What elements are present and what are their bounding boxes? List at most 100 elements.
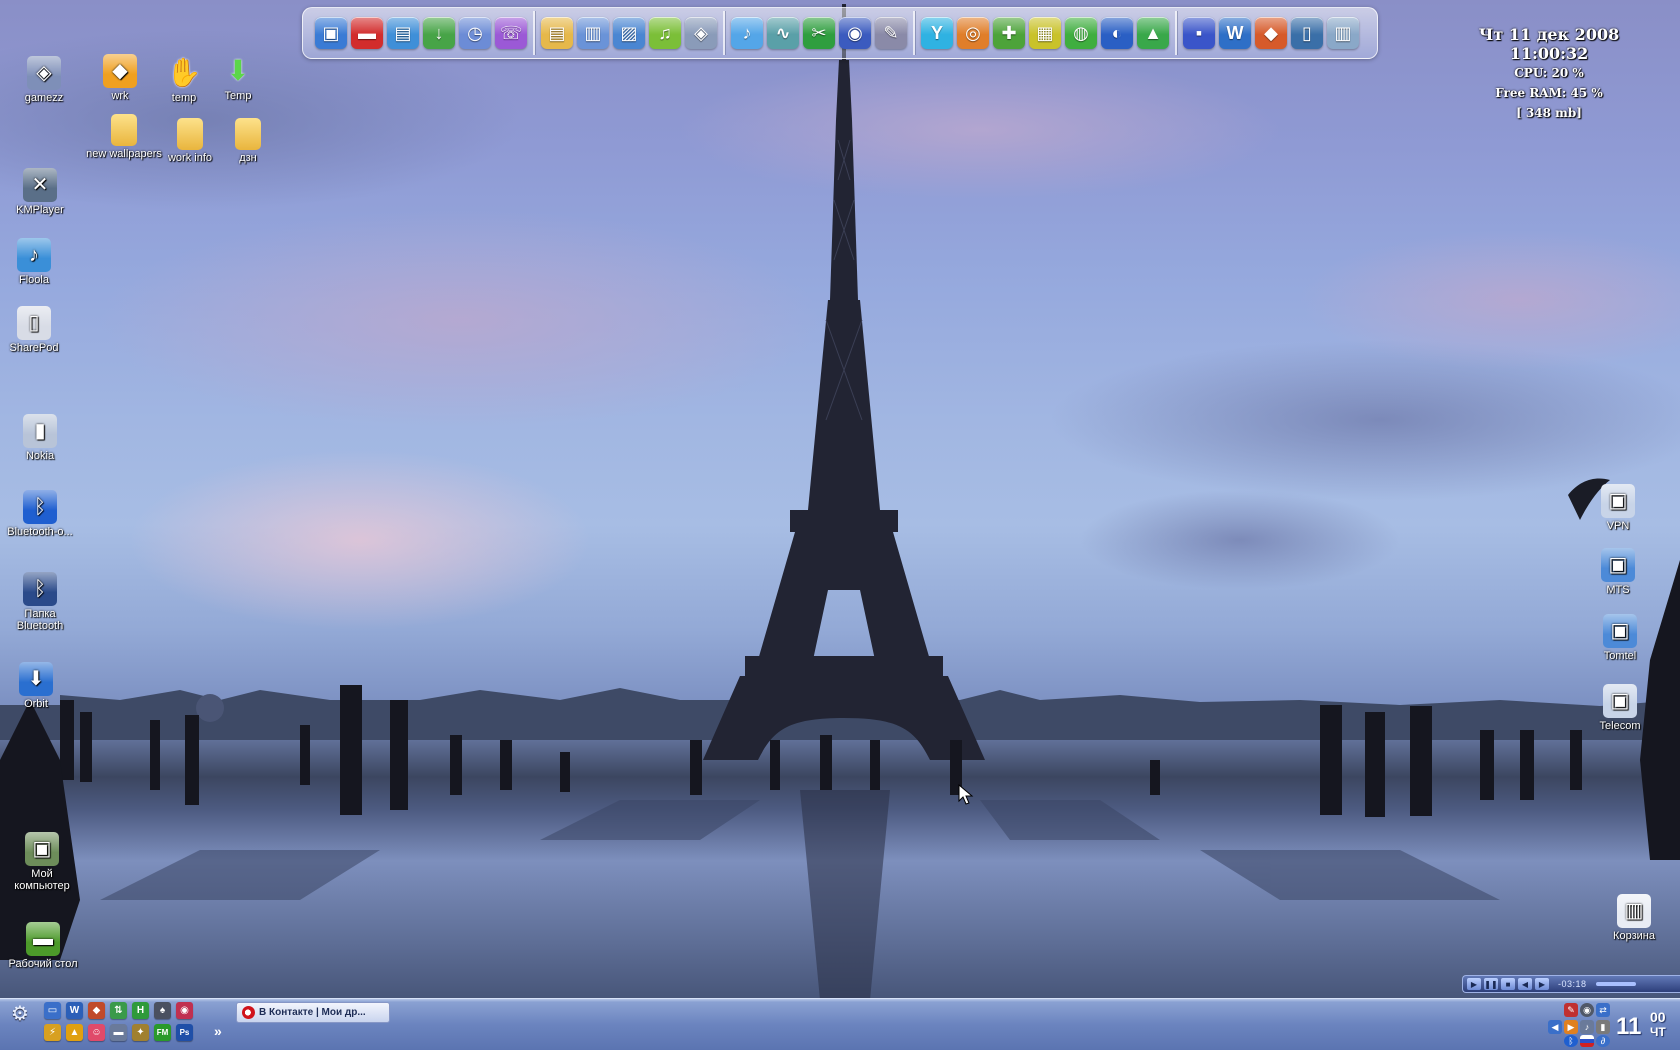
sysinfo-ram: Free RAM: 45 % xyxy=(1495,86,1603,100)
my-computer-icon: ▣ xyxy=(25,832,59,866)
desktop-icon-dzn[interactable]: дзн xyxy=(208,118,288,164)
usb-drive-icon[interactable]: ▬ xyxy=(351,17,383,49)
compass-icon[interactable]: ▲ xyxy=(1137,17,1169,49)
mp3-cutter-icon[interactable]: ✂ xyxy=(803,17,835,49)
recycle-bin-icon[interactable]: ▥ xyxy=(1327,17,1359,49)
temp-2-icon: ⬇ xyxy=(226,55,250,86)
audio-editor-icon[interactable]: ∿ xyxy=(767,17,799,49)
desktop-icon-label: Nokia xyxy=(25,450,55,462)
warning-icon[interactable]: ▲ xyxy=(66,1024,83,1041)
phone-icon[interactable]: ☏ xyxy=(495,17,527,49)
folder-icon xyxy=(235,118,261,150)
network-tray-icon[interactable]: ⇄ xyxy=(1596,1003,1610,1017)
desktop-icon-bluetooth-folder[interactable]: ᛒ Папка Bluetooth xyxy=(0,572,80,632)
network-folder-icon[interactable]: ▤ xyxy=(387,17,419,49)
desktop-icon-telecom[interactable]: ▣ Telecom xyxy=(1580,684,1660,732)
volume-tray-icon[interactable]: ♪ xyxy=(1580,1020,1594,1034)
circle-tray-icon[interactable]: ◉ xyxy=(1580,1003,1594,1017)
music-note-icon[interactable]: ♫ xyxy=(649,17,681,49)
sysinfo-ram-mb: [ 348 mb] xyxy=(1516,106,1582,120)
folder-icon[interactable]: ▥ xyxy=(577,17,609,49)
taskbar-button-label: В Контакте | Мои др... xyxy=(259,1007,366,1018)
drive-icon[interactable]: ▬ xyxy=(110,1024,127,1041)
tool-icon[interactable]: ⚡ xyxy=(44,1024,61,1041)
language-flag-icon[interactable] xyxy=(1580,1035,1594,1047)
red-pen-icon[interactable]: ✎ xyxy=(1564,1003,1578,1017)
word-icon[interactable]: W xyxy=(66,1002,83,1019)
security-tray-icon[interactable]: ∂ xyxy=(1596,1035,1610,1047)
pen-editor-icon[interactable]: ✎ xyxy=(875,17,907,49)
desktop-icon-recycle-bin[interactable]: ▥ Корзина xyxy=(1594,894,1674,942)
desktop-icon-bluetooth-o[interactable]: ᛒ Bluetooth-o... xyxy=(0,490,80,538)
puzzle-icon[interactable]: ✚ xyxy=(993,17,1025,49)
y-browser-icon[interactable]: Y xyxy=(921,17,953,49)
media-disc-icon[interactable]: ◉ xyxy=(839,17,871,49)
desktop-icon-tomtel[interactable]: ▣ Tomtel xyxy=(1580,614,1660,662)
desktop-icon-mts[interactable]: ▣ MTS xyxy=(1578,548,1658,596)
monitor-tray-icon[interactable]: ▮ xyxy=(1596,1020,1610,1034)
documents-folder-icon[interactable]: ▤ xyxy=(541,17,573,49)
green-globe-icon[interactable]: ◍ xyxy=(1065,17,1097,49)
bluetooth-tray-icon[interactable]: ᛒ xyxy=(1564,1035,1578,1047)
desktop-icon-nokia[interactable]: ▮ Nokia xyxy=(0,414,80,462)
blue-w-icon[interactable]: W xyxy=(1219,17,1251,49)
desktop-icon-label: Корзина xyxy=(1613,930,1655,942)
desktop-icon-sharepod[interactable]: ▯ SharePod xyxy=(0,306,74,354)
show-desktop-icon[interactable]: ▭ xyxy=(44,1002,61,1019)
sysinfo-time: 11:00:32 xyxy=(1509,44,1589,63)
spreadsheet-icon[interactable]: ▦ xyxy=(1029,17,1061,49)
desktop-icon-label: Orbit xyxy=(24,698,48,710)
drop-icon[interactable]: ♠ xyxy=(154,1002,171,1019)
taskbar-button-vkontakte[interactable]: В Контакте | Мои др... xyxy=(236,1002,390,1023)
paw-icon[interactable]: ✦ xyxy=(132,1024,149,1041)
quick-launch-chevron[interactable]: » xyxy=(214,1023,222,1039)
dock-group: ▣ ▬ ▤ ↓ ◷ ☏ xyxy=(309,8,533,58)
office-cubes-icon[interactable]: ◆ xyxy=(1255,17,1287,49)
taskbar-clock[interactable]: 11 00 ЧТ xyxy=(1610,1003,1676,1047)
green-h-icon[interactable]: H xyxy=(132,1002,149,1019)
desktop-icon-floola[interactable]: ♪ Floola xyxy=(0,238,74,286)
desktop-icon-temp-2[interactable]: ⬇ Temp xyxy=(198,54,278,103)
sharepod-icon: ▯ xyxy=(17,306,51,340)
gamezz-icon: ◈ xyxy=(27,56,61,90)
games-folder-icon[interactable]: ◈ xyxy=(685,17,717,49)
volume-slider[interactable] xyxy=(1595,982,1636,986)
play-icon[interactable]: ▶ xyxy=(1467,978,1481,990)
radio-icon[interactable]: ◉ xyxy=(176,1002,193,1019)
sysinfo-cpu: CPU: 20 % xyxy=(1514,66,1584,80)
desktop-icon-label: VPN xyxy=(1606,520,1630,532)
desktop-icon-vpn[interactable]: ▣ VPN xyxy=(1578,484,1658,532)
smiley-icon[interactable]: ☺ xyxy=(88,1024,105,1041)
desktop-icon-my-computer[interactable]: ▣ Мой компьютер xyxy=(2,832,82,892)
folder-icon xyxy=(177,118,203,150)
utility-icon[interactable]: ◆ xyxy=(88,1002,105,1019)
clock-day: ЧТ xyxy=(1650,1025,1666,1039)
stop-icon[interactable]: ■ xyxy=(1501,978,1515,990)
photoshop-icon[interactable]: Ps xyxy=(176,1024,193,1041)
blue-orb-icon[interactable]: ◐ xyxy=(1101,17,1133,49)
media-tray-icon[interactable]: ◀ xyxy=(1548,1020,1562,1034)
pause-icon[interactable]: ❚❚ xyxy=(1484,978,1498,990)
desktop-icon-desktop[interactable]: ▬ Рабочий стол xyxy=(3,922,83,970)
previous-icon[interactable]: ◀ xyxy=(1518,978,1532,990)
download-folder-icon[interactable]: ↓ xyxy=(423,17,455,49)
app-dock: ▣ ▬ ▤ ↓ ◷ ☏ ▤ ▥ ▨ ♫ ◈ ♪ ∿ ✂ ◉ ✎ Y ◎ ✚ ▦ ◍ ◐ ▲ ▪ W ◆ ▯ ▥ xyxy=(302,7,1378,59)
computer-icon[interactable]: ▣ xyxy=(315,17,347,49)
media-player-minibar[interactable]: ▶ ❚❚ ■ ◀ ▶ -03:18 xyxy=(1462,975,1680,993)
player-tray-icon[interactable]: ▶ xyxy=(1564,1020,1578,1034)
eye-viewer-icon[interactable]: ◎ xyxy=(957,17,989,49)
network-tool-icon[interactable]: ⇅ xyxy=(110,1002,127,1019)
desktop-icon-orbit[interactable]: ⬇ Orbit xyxy=(0,662,76,710)
clock-folder-icon[interactable]: ◷ xyxy=(459,17,491,49)
opera-icon xyxy=(242,1006,255,1019)
notebook-icon[interactable]: ▯ xyxy=(1291,17,1323,49)
pictures-folder-icon[interactable]: ▨ xyxy=(613,17,645,49)
desktop-icon-kmplayer[interactable]: ✕ KMPlayer xyxy=(0,168,80,216)
floppy-save-icon[interactable]: ▪ xyxy=(1183,17,1215,49)
desktop-icon-gamezz[interactable]: ◈ gamezz xyxy=(4,56,84,104)
dock-group: ▤ ▥ ▨ ♫ ◈ xyxy=(535,8,723,58)
next-icon[interactable]: ▶ xyxy=(1535,978,1549,990)
fm-icon[interactable]: FM xyxy=(154,1024,171,1041)
itunes-icon[interactable]: ♪ xyxy=(731,17,763,49)
start-gear-icon[interactable]: ⚙ xyxy=(8,1001,32,1025)
